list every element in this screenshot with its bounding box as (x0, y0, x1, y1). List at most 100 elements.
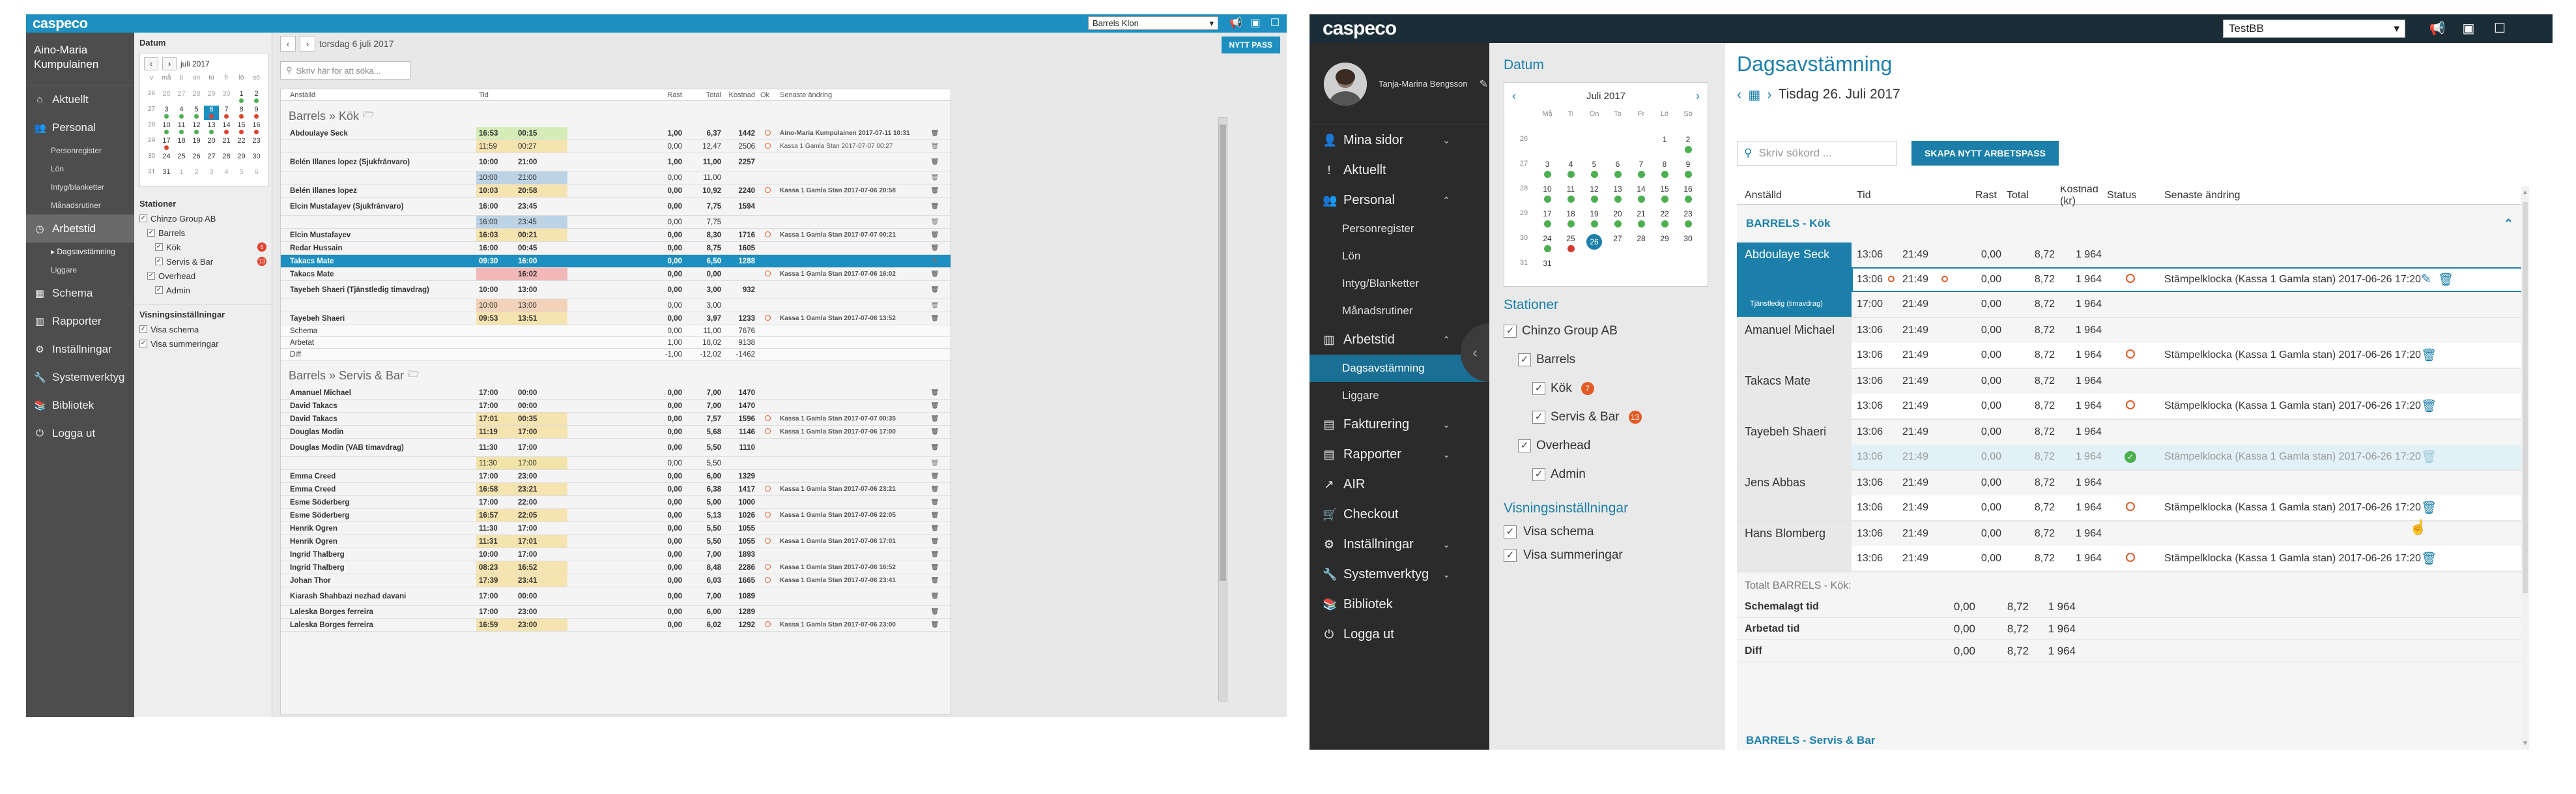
table-scrollbar[interactable]: ▲ ▼ (2521, 186, 2529, 750)
calendar-day[interactable]: 1 (1653, 133, 1676, 156)
table-row[interactable]: 10:00 21:00 0,00 11,00 🗑 (281, 171, 951, 184)
create-shift-button[interactable]: SKAPA NYTT ARBETSPASS (1911, 141, 2059, 166)
calendar-day[interactable]: 25 (174, 153, 189, 167)
calendar-day[interactable]: 15 (234, 121, 249, 136)
table-row[interactable]: 11:30 17:00 0,00 5,50 🗑 (281, 457, 951, 470)
employee-name-cell[interactable]: Amanuel Michael (1737, 318, 1852, 368)
station-item[interactable]: ✓ Kök 6 (139, 240, 266, 254)
calendar-day[interactable]: 17 (159, 137, 174, 151)
trash-icon[interactable]: 🗑 (927, 158, 943, 166)
display-option[interactable]: ✓ Visa schema (139, 322, 266, 336)
status-ok-icon[interactable]: ✓ (2125, 451, 2136, 463)
calendar-day[interactable]: 18 (1559, 207, 1582, 230)
search-input[interactable]: ⚲ Skriv sökord ... (1737, 141, 1897, 166)
prev-month-icon[interactable]: ‹ (1512, 89, 1516, 103)
calendar-day[interactable]: 9 (1676, 158, 1700, 181)
nav-item-4[interactable]: ▥ Rapporter (26, 307, 134, 335)
chevron-icon[interactable]: ⌄ (1442, 449, 1450, 460)
trash-icon[interactable]: 🗑 (927, 271, 943, 278)
table-row[interactable]: Laleska Borges ferreira 16:59 23:00 0,00 6,0… (281, 619, 951, 632)
calendar-day[interactable]: 5 (189, 106, 204, 120)
calendar-day[interactable]: 21 (1629, 207, 1653, 230)
calendar-day[interactable]: 20 (204, 137, 219, 151)
calendar-day[interactable]: 10 (159, 121, 174, 136)
table-row[interactable]: 16:00 23:45 0,00 7,75 🗑 (281, 216, 951, 229)
prev-day-icon[interactable]: ‹ (1737, 86, 1741, 103)
nav-item-1[interactable]: ! Aktuellt (1309, 155, 1489, 185)
calendar-day[interactable]: 14 (219, 121, 234, 136)
time-cell[interactable]: 17:00 00:00 (476, 587, 646, 605)
column-header[interactable]: Anställd (281, 91, 476, 99)
calendar-day[interactable]: 24 (1536, 232, 1559, 255)
employee-name-cell[interactable]: Abdoulaye Seck Tjänstledig (timavdrag) (1737, 243, 1852, 317)
table-row[interactable]: David Takacs 17:01 00:35 0,00 7,57 1596 Kassa … (281, 413, 951, 426)
time-cell[interactable]: 16:58 23:21 (476, 483, 646, 495)
calendar-day[interactable]: 9 (249, 106, 264, 120)
next-month-icon[interactable]: › (1696, 89, 1700, 103)
calendar-day[interactable]: 22 (1653, 207, 1676, 230)
trash-icon[interactable]: 🗑 (927, 402, 943, 409)
table-row[interactable]: Ingrid Thalberg 08:23 16:52 0,00 8,48 2286 Kas… (281, 561, 951, 574)
time-cell[interactable]: 16:03 00:21 (476, 229, 646, 241)
time-cell[interactable]: 10:00 13:00 (476, 299, 646, 312)
chevron-icon[interactable]: ⌄ (1442, 539, 1450, 550)
table-row[interactable]: Johan Thor 17:39 23:41 0,00 6,03 1665 Kassa 1 … (281, 574, 951, 587)
status-circle-icon[interactable] (2126, 400, 2135, 409)
trash-icon[interactable]: 🗑 (927, 428, 943, 435)
checkbox[interactable]: ✓ (155, 257, 163, 265)
checkbox[interactable]: ✓ (147, 272, 155, 280)
column-header[interactable]: Rast (646, 91, 685, 99)
time-cell[interactable]: 10:00 21:00 (476, 171, 646, 184)
station-item[interactable]: ✓ Chinzo Group AB (139, 211, 266, 226)
organization-select[interactable]: Barrels Klon ▾ (1088, 16, 1218, 30)
calendar-day[interactable]: 30 (1676, 232, 1700, 255)
trash-icon[interactable]: 🗑 (927, 608, 943, 615)
calendar-day[interactable]: 16 (1676, 183, 1700, 205)
nav-item-b0[interactable]: ▤ Fakturering ⌄ (1309, 409, 1489, 439)
calendar-day[interactable]: 31 (1536, 257, 1559, 280)
calendar-day[interactable]: 28 (219, 153, 234, 167)
calendar-day[interactable]: 20 (1606, 207, 1629, 230)
table-scrollbar[interactable] (1218, 117, 1227, 701)
time-cell[interactable]: 17:00 00:00 (476, 387, 646, 399)
checkbox[interactable]: ✓ (139, 325, 147, 333)
status-circle-icon[interactable] (2126, 273, 2135, 283)
calendar-day[interactable]: 5 (234, 168, 249, 183)
calendar-day[interactable]: 24 (159, 153, 174, 167)
calendar-day[interactable]: 30 (219, 90, 234, 104)
nav-item-7[interactable]: 📚 Bibliotek (26, 391, 134, 419)
calendar-day[interactable]: 2 (189, 168, 204, 183)
calendar-day[interactable]: 18 (174, 137, 189, 151)
time-cell[interactable]: 17:00 23:00 (476, 470, 646, 482)
calendar-day[interactable]: 12 (1582, 183, 1606, 205)
trash-icon[interactable]: 🗑 (927, 315, 943, 322)
nav-subitem[interactable]: Personregister (1309, 215, 1489, 243)
table-row[interactable]: Henrik Ögren 11:30 17:00 0,00 5,50 1055 🗑 (281, 522, 951, 535)
table-row[interactable]: Takacs Mate 09:30 16:00 0,00 6,50 1288 ✎ (281, 255, 951, 268)
checkbox[interactable]: ✓ (139, 214, 147, 222)
calendar-day[interactable]: 4 (1559, 158, 1582, 181)
nav-item-8[interactable]: ⏻ Logga ut (26, 419, 134, 447)
checkbox[interactable]: ✓ (139, 340, 147, 347)
time-cell[interactable]: 17:00 23:00 (476, 606, 646, 618)
station-item[interactable]: ✓ Barrels (1504, 346, 1725, 374)
employee-name-cell[interactable]: Tayebeh Shaeri (1737, 420, 1852, 469)
display-option[interactable]: ✓ Visa schema (1504, 520, 1725, 544)
edit-icon[interactable]: ✎ (2421, 272, 2431, 287)
calendar-day[interactable]: 27 (1606, 232, 1629, 255)
nav-item-b7[interactable]: ⏻ Logga ut (1309, 619, 1489, 649)
calendar-day[interactable]: 1 (234, 90, 249, 104)
column-header[interactable]: Senaste ändring (777, 91, 927, 99)
shift-line[interactable]: 13:06 21:49 0,00 8,72 1 964 ✓ Stämpelklocka (K… (1852, 445, 2528, 469)
checkbox[interactable]: ✓ (1532, 382, 1545, 395)
shift-line[interactable]: 13:06 21:49 0,00 8,72 1 964 Stämpelklocka (Ka… (1852, 267, 2528, 292)
time-cell[interactable]: 11:30 17:00 (476, 457, 646, 469)
trash-icon[interactable]: 🗑 (927, 286, 943, 293)
calendar-day[interactable]: 15 (1653, 183, 1676, 205)
trash-icon[interactable]: 🗑 (927, 577, 943, 584)
calendar-day[interactable]: 2 (1676, 133, 1700, 156)
next-day-button[interactable]: › (300, 36, 315, 51)
calendar-day[interactable]: 22 (234, 137, 249, 151)
time-cell[interactable]: 11:19 17:00 (476, 426, 646, 438)
time-cell[interactable]: 17:00 00:00 (476, 400, 646, 412)
